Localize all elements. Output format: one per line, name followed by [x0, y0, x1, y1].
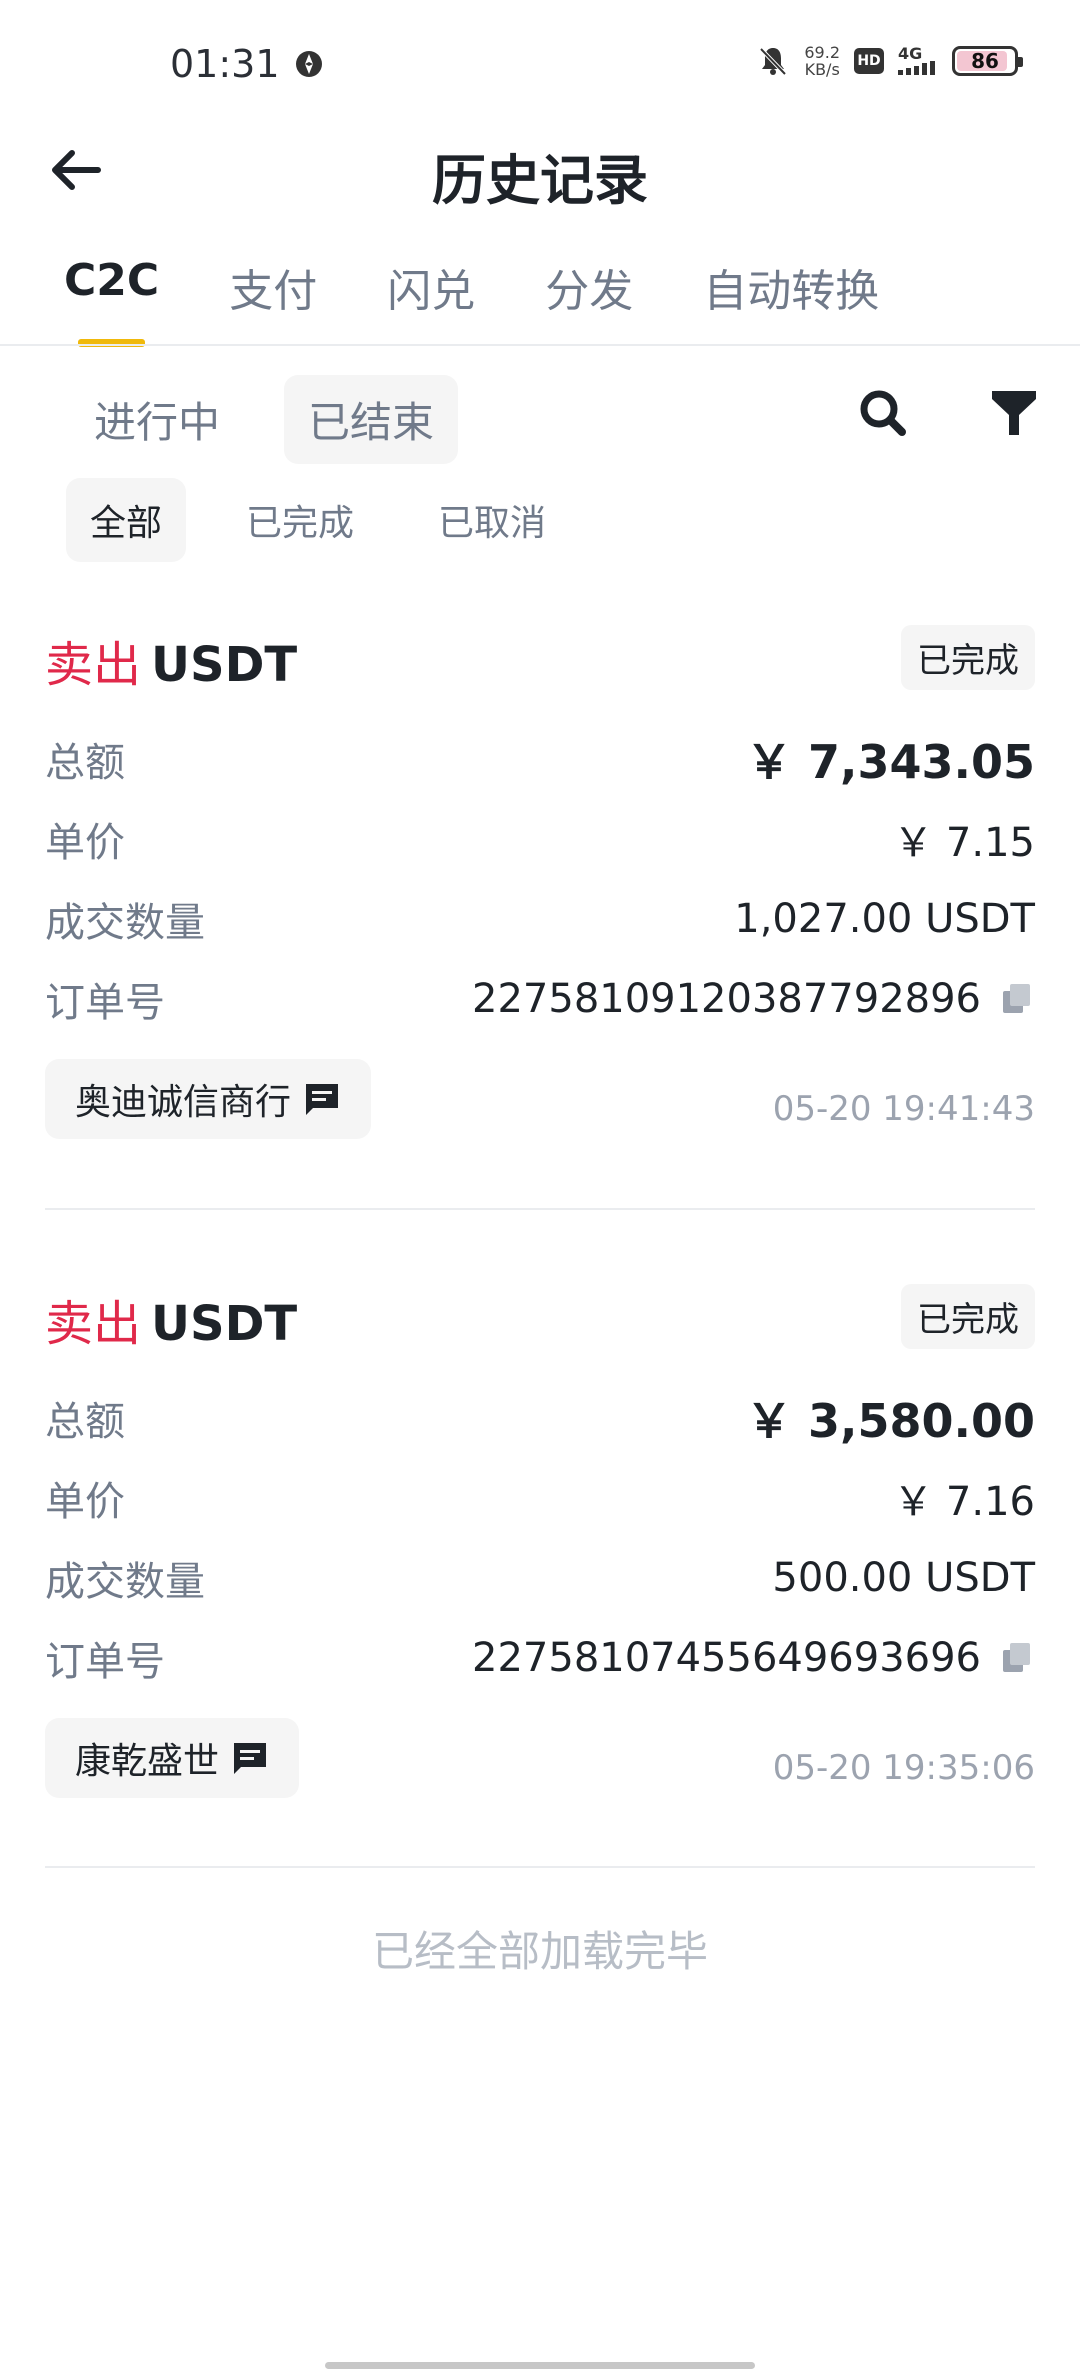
- total-value: ￥ 7,343.05: [745, 735, 1035, 789]
- status-bar: 01:31 69.2 KB/s HD 4G 86: [0, 0, 1080, 130]
- status-badge: 已完成: [901, 625, 1035, 690]
- quantity-row: 成交数量 500.00 USDT: [45, 1538, 1035, 1618]
- filter-ended[interactable]: 已结束: [284, 375, 459, 464]
- search-icon: [860, 390, 906, 436]
- order-no-row: 订单号 22758109120387792896: [45, 959, 1035, 1039]
- price-value: ￥ 7.15: [893, 820, 1035, 866]
- total-label: 总额: [45, 1399, 125, 1445]
- order-card[interactable]: 卖出 USDT 已完成 总额 ￥ 3,580.00 单价 ￥ 7.16 成交数量 …: [45, 1284, 1035, 1818]
- quantity-value: 1,027.00 USDT: [734, 896, 1035, 942]
- signal-bars-icon: [898, 61, 935, 75]
- order-foot: 康乾盛世 05-20 19:35:06: [45, 1718, 1035, 1818]
- price-value: ￥ 7.16: [893, 1479, 1035, 1525]
- order-no-label: 订单号: [45, 1639, 165, 1685]
- status-filter: 进行中 已结束: [70, 375, 459, 464]
- chat-icon: [234, 1743, 267, 1774]
- total-row: 总额 ￥ 3,580.00: [45, 1378, 1035, 1458]
- order-no-value-wrap: 22758107455649693696: [472, 1635, 1035, 1681]
- battery-icon: 86: [952, 46, 1023, 76]
- net-speed-unit: KB/s: [804, 60, 840, 79]
- net-speed-value: 69.2: [804, 43, 840, 62]
- order-head: 卖出 USDT 已完成: [45, 1284, 1035, 1354]
- status-badge: 已完成: [901, 1284, 1035, 1349]
- trade-side: 卖出: [45, 1296, 142, 1352]
- total-label: 总额: [45, 740, 125, 786]
- order-no-label: 订单号: [45, 980, 165, 1026]
- price-row: 单价 ￥ 7.15: [45, 799, 1035, 879]
- clock: 01:31: [170, 42, 280, 86]
- chip-all[interactable]: 全部: [66, 478, 187, 562]
- funnel-icon: [992, 391, 1036, 435]
- chip-cancelled[interactable]: 已取消: [414, 478, 570, 562]
- merchant-chat-button[interactable]: 康乾盛世: [45, 1718, 300, 1798]
- order-no-value: 22758107455649693696: [472, 1635, 981, 1681]
- status-icons: 69.2 KB/s HD 4G 86: [756, 44, 1023, 78]
- trade-asset: USDT: [151, 1296, 298, 1352]
- page-title: 历史记录: [432, 149, 648, 212]
- sub-filter: 全部 已完成 已取消: [66, 478, 570, 562]
- order-divider: [45, 1208, 1035, 1210]
- net-speed: 69.2 KB/s: [804, 44, 840, 78]
- order-time: 05-20 19:35:06: [772, 1748, 1035, 1788]
- tab-c2c[interactable]: C2C: [64, 255, 159, 347]
- tab-distribution[interactable]: 分发: [545, 255, 633, 339]
- hd-badge: HD: [854, 48, 884, 74]
- merchant-name: 康乾盛世: [75, 1741, 220, 1782]
- copy-icon[interactable]: [999, 981, 1035, 1017]
- copy-icon[interactable]: [999, 1640, 1035, 1676]
- quantity-value: 500.00 USDT: [772, 1555, 1035, 1601]
- order-no-value-wrap: 22758109120387792896: [472, 976, 1035, 1022]
- total-value: ￥ 3,580.00: [745, 1394, 1035, 1448]
- order-time: 05-20 19:41:43: [772, 1089, 1035, 1129]
- quantity-label: 成交数量: [45, 1559, 205, 1605]
- battery-level: 86: [971, 49, 999, 73]
- trade-asset: USDT: [151, 637, 298, 693]
- price-label: 单价: [45, 1479, 125, 1525]
- order-foot: 奥迪诚信商行 05-20 19:41:43: [45, 1059, 1035, 1159]
- order-card[interactable]: 卖出 USDT 已完成 总额 ￥ 7,343.05 单价 ￥ 7.15 成交数量 …: [45, 625, 1035, 1159]
- tabs-divider: [0, 344, 1080, 346]
- chip-completed[interactable]: 已完成: [222, 478, 378, 562]
- chat-icon: [306, 1084, 339, 1115]
- network-type: 4G: [898, 44, 923, 63]
- tab-convert[interactable]: 闪兑: [387, 255, 475, 339]
- filter-ongoing[interactable]: 进行中: [70, 375, 244, 464]
- trade-side: 卖出: [45, 637, 142, 693]
- mute-bell-icon: [759, 47, 787, 76]
- order-head: 卖出 USDT 已完成: [45, 625, 1035, 695]
- tab-payment[interactable]: 支付: [229, 255, 317, 339]
- app-notification-icon: [295, 51, 322, 77]
- status-time: 01:31: [170, 42, 324, 86]
- quantity-row: 成交数量 1,027.00 USDT: [45, 879, 1035, 959]
- order-divider: [45, 1866, 1035, 1868]
- end-of-list-note: 已经全部加载完毕: [371, 1927, 708, 1976]
- quantity-label: 成交数量: [45, 900, 205, 946]
- tab-bar: C2C 支付 闪兑 分发 自动转换: [64, 255, 949, 347]
- price-row: 单价 ￥ 7.16: [45, 1458, 1035, 1538]
- header: 历史记录: [0, 120, 1080, 220]
- tab-auto-convert[interactable]: 自动转换: [703, 255, 879, 339]
- search-button[interactable]: [855, 385, 911, 441]
- total-row: 总额 ￥ 7,343.05: [45, 719, 1035, 799]
- filter-button[interactable]: [988, 385, 1040, 441]
- price-label: 单价: [45, 820, 125, 866]
- order-no-row: 订单号 22758107455649693696: [45, 1618, 1035, 1698]
- merchant-chat-button[interactable]: 奥迪诚信商行: [45, 1059, 372, 1139]
- order-no-value: 22758109120387792896: [472, 976, 981, 1022]
- merchant-name: 奥迪诚信商行: [75, 1082, 292, 1123]
- signal-icon: 4G: [898, 44, 938, 75]
- home-indicator[interactable]: [325, 2362, 755, 2369]
